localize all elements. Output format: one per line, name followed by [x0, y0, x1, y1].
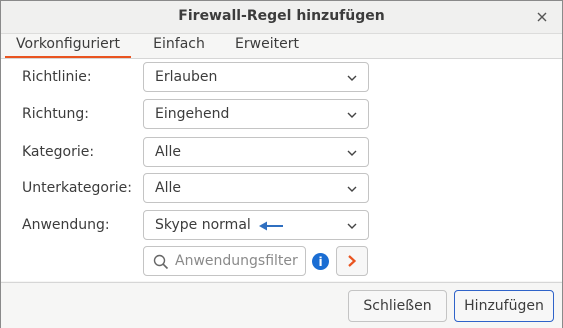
policy-label: Richtlinie: — [22, 69, 92, 85]
chevron-down-icon — [347, 223, 357, 229]
tab-bar: Vorkonfiguriert Einfach Erweitert — [1, 34, 562, 59]
chevron-down-icon — [347, 75, 357, 81]
arrow-left-icon — [259, 221, 283, 231]
dialog-footer: Schließen Hinzufügen — [1, 282, 562, 328]
info-icon[interactable]: i — [312, 253, 329, 270]
close-dialog-button[interactable]: Schließen — [348, 290, 447, 322]
tab-preconfigured[interactable]: Vorkonfiguriert — [5, 34, 131, 58]
chevron-down-icon — [347, 112, 357, 118]
form-panel: Richtlinie: Erlauben Richtung: Eingehend… — [1, 59, 562, 281]
direction-value: Eingehend — [155, 106, 230, 122]
direction-select[interactable]: Eingehend — [143, 99, 369, 129]
close-icon — [537, 12, 547, 22]
chevron-down-icon — [347, 186, 357, 192]
application-value: Skype normal — [155, 217, 251, 233]
subcategory-label: Unterkategorie: — [22, 180, 132, 196]
search-icon — [153, 254, 169, 270]
application-filter-input[interactable] — [175, 251, 303, 271]
tab-simple[interactable]: Einfach — [145, 34, 213, 56]
subcategory-value: Alle — [155, 180, 181, 196]
chevron-right-icon — [348, 255, 357, 267]
category-select[interactable]: Alle — [143, 137, 369, 167]
dialog-title: Firewall-Regel hinzufügen — [178, 8, 385, 24]
dialog-window: Firewall-Regel hinzufügen Vorkonfigurier… — [0, 0, 563, 328]
category-value: Alle — [155, 144, 181, 160]
category-label: Kategorie: — [22, 144, 95, 160]
policy-select[interactable]: Erlauben — [143, 62, 369, 92]
subcategory-select[interactable]: Alle — [143, 173, 369, 203]
apply-filter-button[interactable] — [336, 246, 368, 276]
policy-value: Erlauben — [155, 69, 218, 85]
application-select[interactable]: Skype normal — [143, 210, 369, 240]
application-label: Anwendung: — [22, 217, 110, 233]
application-filter[interactable] — [143, 246, 306, 276]
tab-advanced[interactable]: Erweitert — [226, 34, 308, 56]
add-rule-button[interactable]: Hinzufügen — [454, 290, 554, 322]
direction-label: Richtung: — [22, 106, 90, 122]
chevron-down-icon — [347, 150, 357, 156]
close-button[interactable] — [530, 5, 554, 29]
title-bar: Firewall-Regel hinzufügen — [1, 1, 562, 34]
